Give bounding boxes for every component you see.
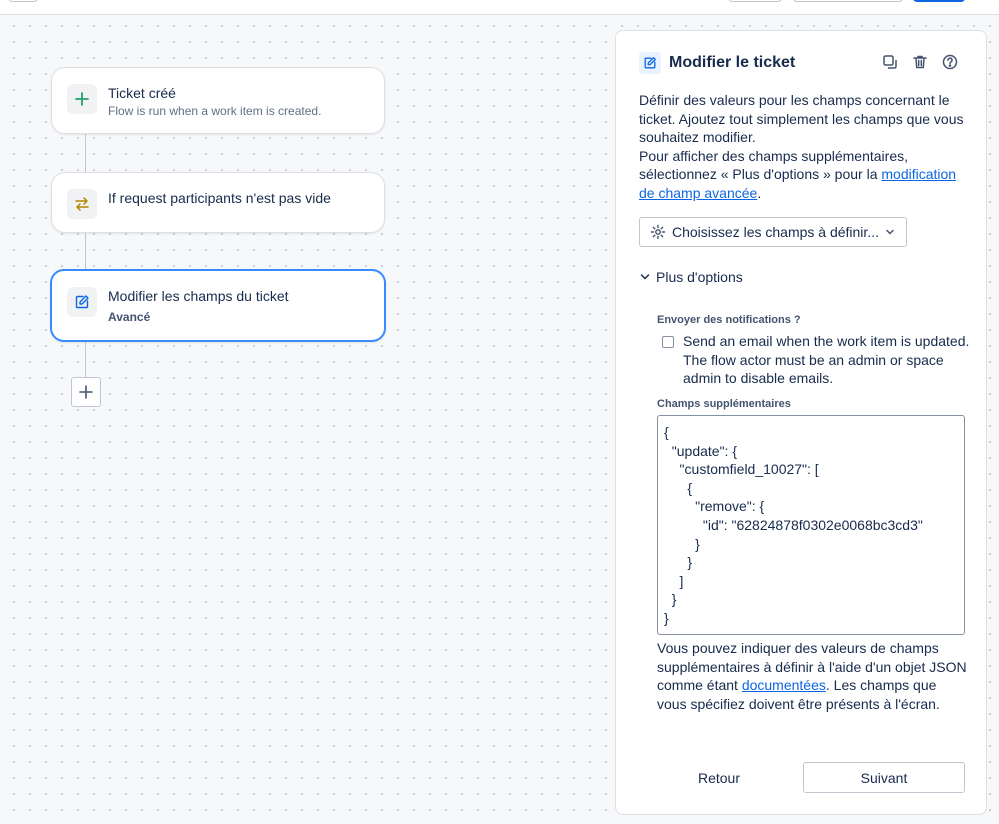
flow-node-trigger[interactable]: Ticket créé Flow is run when a work item… [51, 67, 385, 134]
send-notifications-text: Send an email when the work item is upda… [683, 333, 970, 387]
additional-fields-json-editor[interactable]: { "update": { "customfield_10027": [ { "… [657, 415, 965, 635]
toolbar-primary-button[interactable] [913, 0, 965, 2]
swap-arrows-icon [67, 189, 97, 219]
toolbar-button[interactable] [793, 0, 903, 2]
notifications-label: Envoyer des notifications ? [657, 314, 801, 326]
help-icon[interactable] [939, 51, 961, 73]
node-title: If request participants n'est pas vide [108, 190, 331, 206]
plus-icon [79, 385, 93, 399]
description-text: Définir des valeurs pour les champs conc… [639, 92, 964, 146]
flow-node-action-selected[interactable]: Modifier les champs du ticket Avancé [50, 269, 386, 342]
node-subtitle: Avancé [108, 310, 151, 324]
chevron-down-icon [640, 274, 650, 280]
toolbar-button[interactable] [8, 0, 38, 2]
choose-fields-dropdown[interactable]: Choisissez les champs à définir... [639, 217, 907, 247]
more-options-label: Plus d'options [656, 269, 743, 285]
connector-line [85, 341, 86, 378]
documentation-link[interactable]: documentées [742, 677, 826, 693]
more-options-toggle[interactable]: Plus d'options [639, 269, 743, 285]
node-title: Ticket créé [108, 85, 176, 101]
edit-ticket-panel: Modifier le ticket Définir des valeurs p… [615, 30, 987, 815]
gear-icon [650, 224, 666, 240]
edit-icon [639, 52, 661, 74]
next-button[interactable]: Suivant [803, 762, 965, 793]
dropdown-label: Choisissez les champs à définir... [672, 224, 879, 240]
toolbar-button[interactable] [728, 0, 782, 2]
additional-fields-label: Champs supplémentaires [657, 398, 791, 410]
node-title: Modifier les champs du ticket [108, 288, 289, 304]
additional-fields-help: Vous pouvez indiquer des valeurs de cham… [657, 640, 967, 712]
panel-title: Modifier le ticket [669, 54, 796, 71]
top-toolbar [0, 0, 999, 15]
connector-line [85, 232, 86, 271]
edit-icon [67, 287, 97, 317]
flow-node-condition[interactable]: If request participants n'est pas vide [51, 172, 385, 233]
node-subtitle: Flow is run when a work item is created. [108, 104, 322, 118]
chevron-down-icon [886, 229, 894, 235]
description-text-advanced: Pour afficher des champs supplémentaires… [639, 147, 957, 201]
connector-line [85, 133, 86, 173]
back-button[interactable]: Retour [676, 762, 762, 793]
send-notifications-checkbox[interactable] [662, 336, 674, 348]
plus-icon [67, 84, 97, 114]
trash-icon[interactable] [909, 51, 931, 73]
panel-description: Définir des valeurs pour les champs conc… [639, 91, 969, 203]
duplicate-icon[interactable] [879, 51, 901, 73]
add-step-button[interactable] [71, 377, 101, 407]
